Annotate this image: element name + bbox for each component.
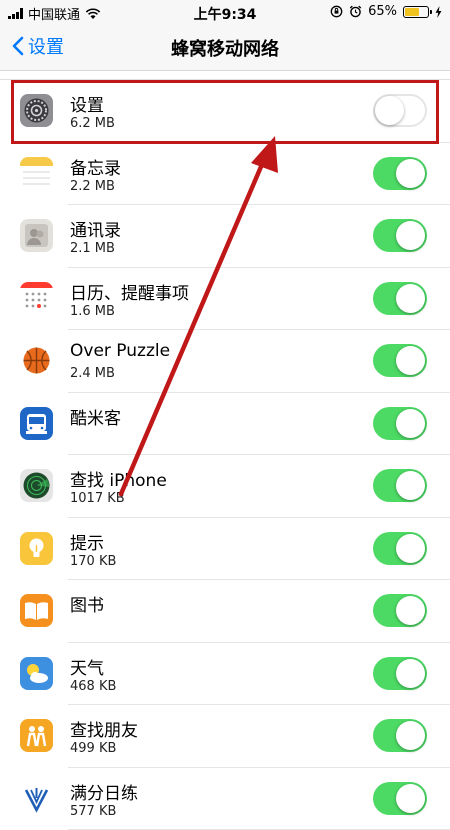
cellular-data-toggle[interactable]	[373, 719, 427, 752]
app-row: 查找 iPhone 1017 KB	[0, 455, 450, 518]
basketball-icon	[20, 344, 53, 377]
app-data-usage: 2.4 MB	[70, 366, 115, 381]
toggle-knob	[396, 534, 425, 563]
toggle-knob	[396, 409, 425, 438]
app-name: 日历、提醒事项	[70, 279, 189, 304]
app-row: Over Puzzle 2.4 MB	[0, 330, 450, 393]
navigation-bar: 设置 蜂窝移动网络	[0, 24, 450, 71]
app-data-usage: 2.2 MB	[70, 179, 115, 194]
battery-icon	[403, 6, 429, 18]
calendar-icon	[20, 282, 53, 315]
cellular-data-toggle[interactable]	[373, 157, 427, 190]
alarm-icon	[349, 5, 362, 18]
lightbulb-icon	[20, 532, 53, 565]
cellular-data-toggle[interactable]	[373, 344, 427, 377]
app-data-usage: 577 KB	[70, 804, 116, 819]
book-icon	[20, 594, 53, 627]
app-name: 查找 iPhone	[70, 466, 167, 491]
app-name: 提示	[70, 529, 104, 554]
back-button[interactable]: 设置	[12, 33, 64, 59]
notes-icon	[20, 157, 53, 190]
app-row: 天气 468 KB	[0, 643, 450, 706]
app-name: Over Puzzle	[70, 341, 170, 361]
toggle-knob	[396, 721, 425, 750]
cellular-data-toggle[interactable]	[373, 219, 427, 252]
app-row: 查找朋友 499 KB	[0, 705, 450, 768]
app-row: 通讯录 2.1 MB	[0, 205, 450, 268]
app-row: 图书	[0, 580, 450, 643]
app-name: 天气	[70, 654, 104, 679]
weather-icon	[20, 657, 53, 690]
status-right: 65%	[330, 4, 442, 19]
radar-icon	[20, 469, 53, 502]
toggle-knob	[396, 784, 425, 813]
orientation-lock-icon	[330, 5, 343, 18]
app-data-usage: 2.1 MB	[70, 241, 115, 256]
app-name: 设置	[70, 91, 104, 116]
toggle-knob	[396, 659, 425, 688]
cellular-data-toggle[interactable]	[373, 407, 427, 440]
app-data-usage: 499 KB	[70, 741, 116, 756]
back-button-label: 设置	[28, 33, 64, 59]
app-row: 满分日练 577 KB	[0, 768, 450, 830]
app-data-usage: 1.6 MB	[70, 304, 115, 319]
toggle-knob	[396, 346, 425, 375]
app-data-usage: 6.2 MB	[70, 116, 115, 131]
app-row: 提示 170 KB	[0, 518, 450, 581]
bus-icon	[20, 407, 53, 440]
app-data-usage: 1017 KB	[70, 491, 125, 506]
status-bar: 中国联通 上午9:34 65%	[0, 0, 450, 24]
sport-logo-icon	[20, 782, 53, 815]
app-data-usage: 170 KB	[70, 554, 116, 569]
cellular-data-toggle[interactable]	[373, 782, 427, 815]
contacts-icon	[20, 219, 53, 252]
app-row: 备忘录 2.2 MB	[0, 143, 450, 206]
cellular-data-toggle[interactable]	[373, 657, 427, 690]
battery-percent: 65%	[368, 4, 397, 19]
toggle-knob	[396, 471, 425, 500]
app-name: 通讯录	[70, 216, 121, 241]
app-name: 图书	[70, 591, 104, 616]
toggle-knob	[396, 221, 425, 250]
app-row: 日历、提醒事项 1.6 MB	[0, 268, 450, 331]
toggle-knob	[396, 596, 425, 625]
friends-icon	[20, 719, 53, 752]
app-name: 查找朋友	[70, 716, 138, 741]
app-data-usage: 468 KB	[70, 679, 116, 694]
app-cellular-list: 设置 6.2 MB 备忘录 2.2 MB 通讯录 2.1 MB 日历、提醒事项 …	[0, 79, 450, 830]
settings-icon	[20, 94, 53, 127]
app-name: 酷米客	[70, 404, 121, 429]
cellular-data-toggle[interactable]	[373, 594, 427, 627]
page-title: 蜂窝移动网络	[0, 35, 450, 61]
chevron-left-icon	[12, 36, 24, 56]
app-row: 设置 6.2 MB	[0, 80, 450, 143]
charging-bolt-icon	[435, 6, 442, 18]
cellular-data-toggle[interactable]	[373, 532, 427, 565]
app-name: 备忘录	[70, 154, 121, 179]
cellular-data-toggle[interactable]	[373, 282, 427, 315]
toggle-knob	[396, 284, 425, 313]
cellular-data-toggle[interactable]	[373, 94, 427, 127]
app-row: 酷米客	[0, 393, 450, 456]
toggle-knob	[375, 96, 404, 125]
cellular-data-toggle[interactable]	[373, 469, 427, 502]
toggle-knob	[396, 159, 425, 188]
